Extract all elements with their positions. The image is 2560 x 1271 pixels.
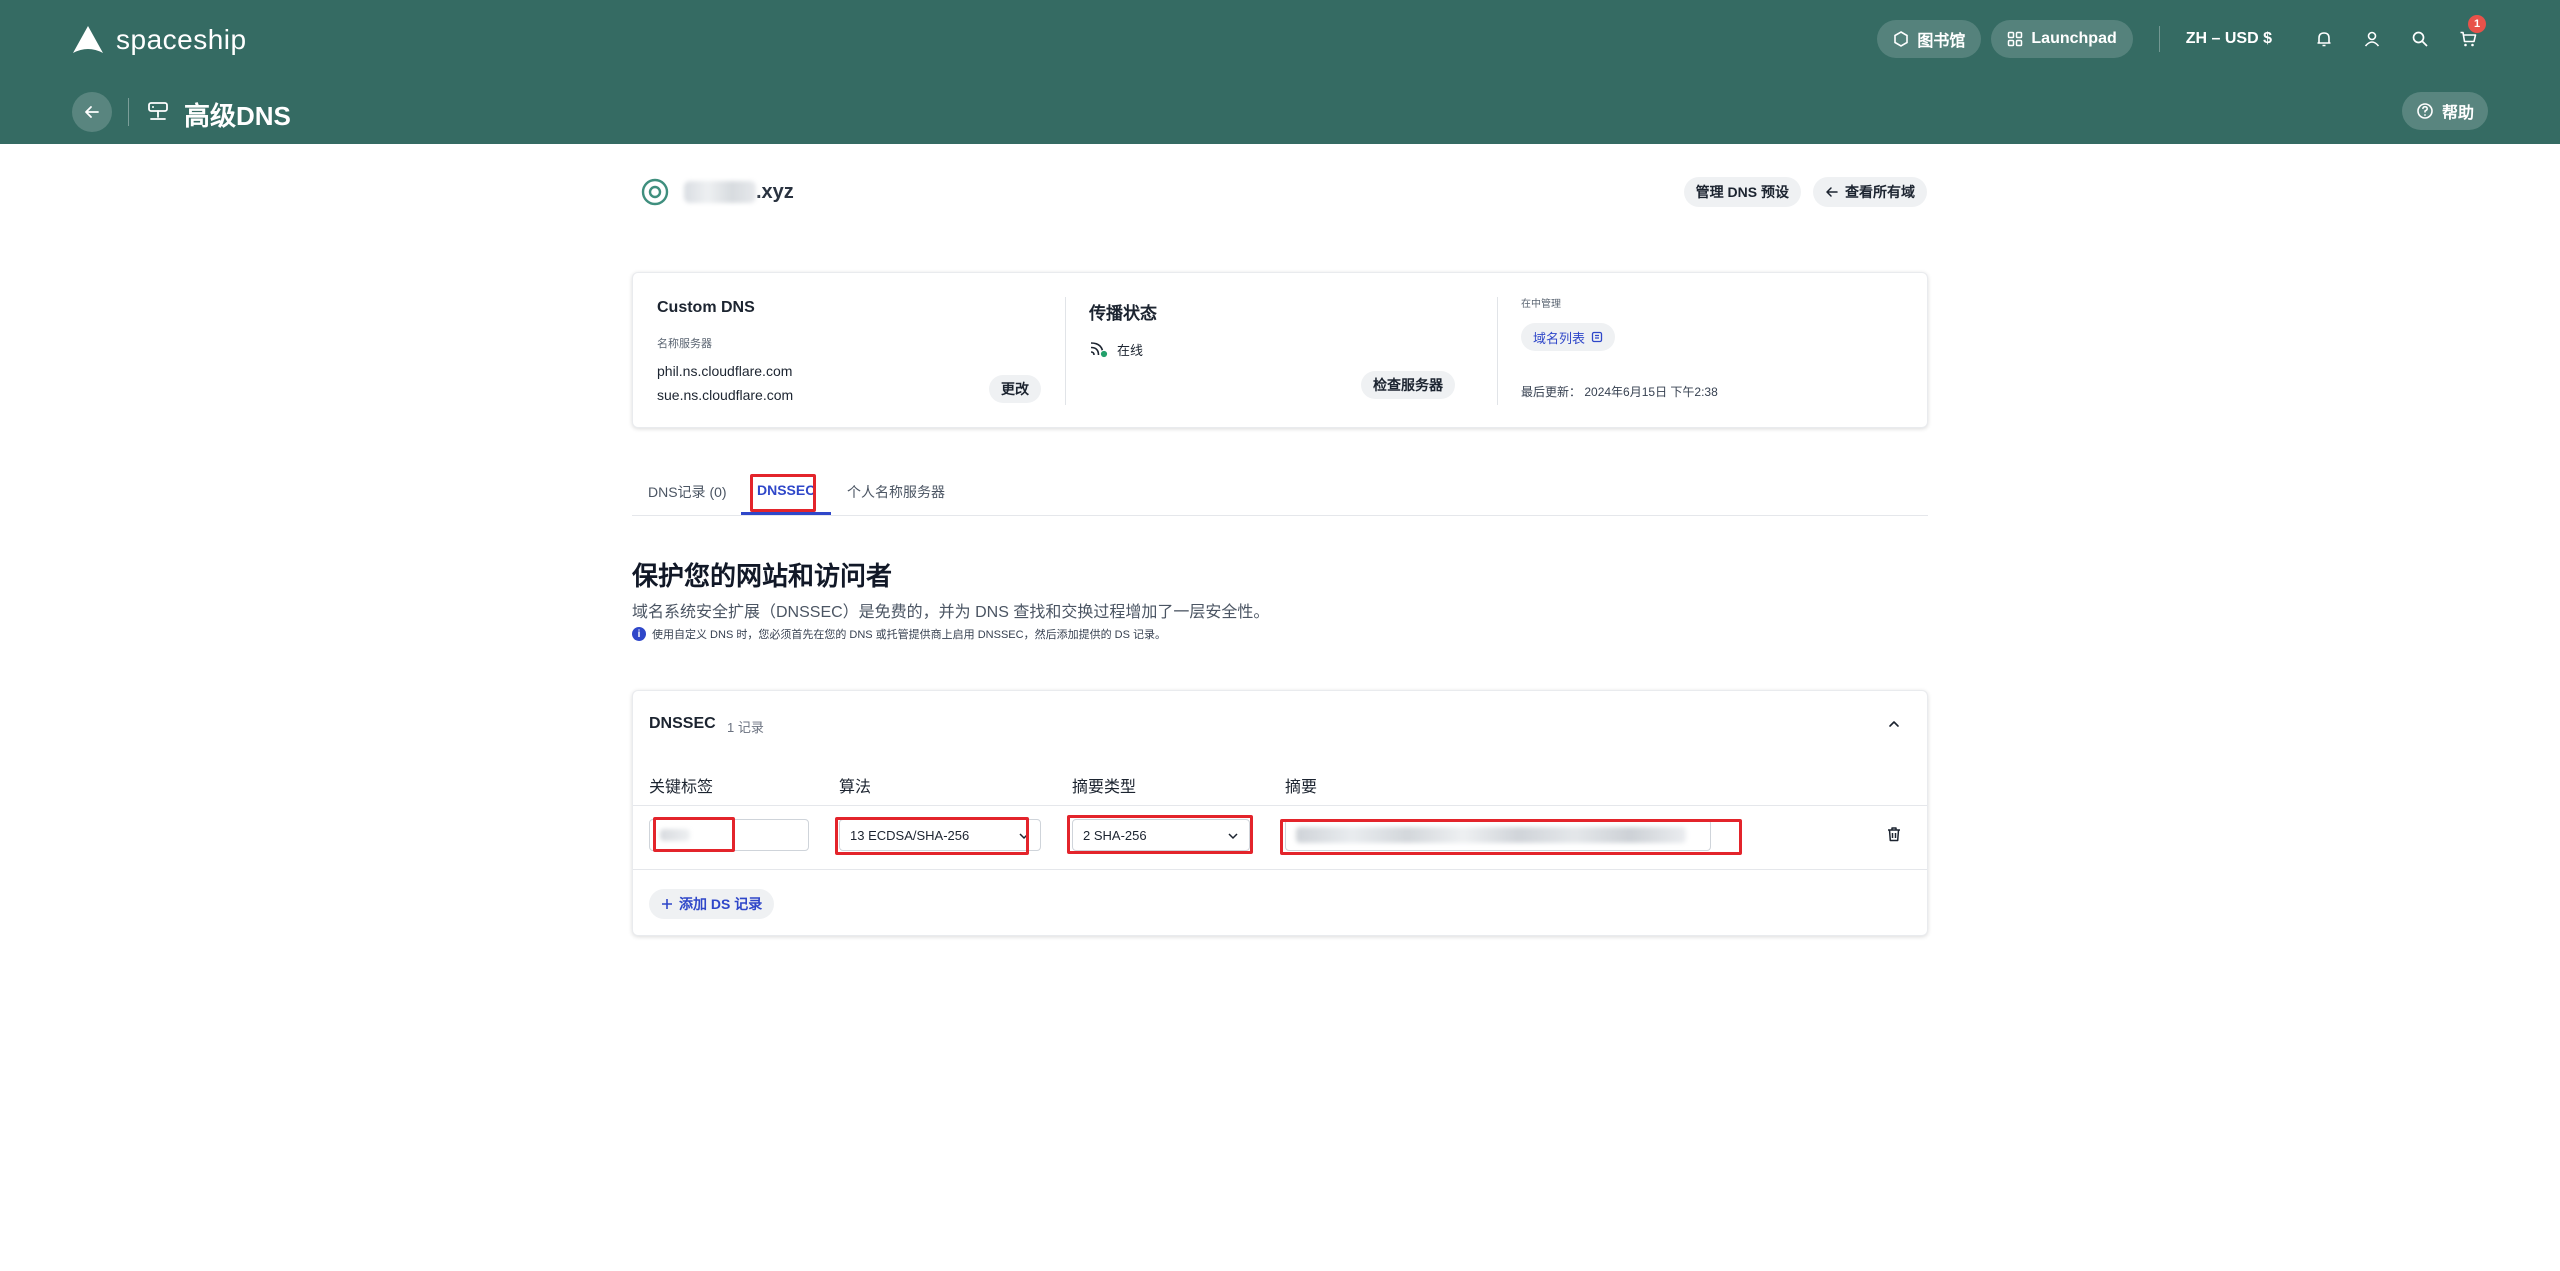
managed-in-column: 在中管理 域名列表 最后更新： 2024年6月15日 下午2:38 xyxy=(1497,273,1929,429)
account-button[interactable] xyxy=(2352,20,2392,58)
dns-server-icon xyxy=(148,102,168,120)
top-header: spaceship 图书馆 Launchpad ZH – USD $ 1 高级D… xyxy=(0,0,2560,144)
row-divider xyxy=(633,869,1927,870)
dns-summary-card: Custom DNS 名称服务器 phil.ns.cloudflare.com … xyxy=(632,272,1928,428)
help-label: 帮助 xyxy=(2441,105,2474,122)
highlight-box-dnssec-tab xyxy=(750,474,816,512)
plus-icon xyxy=(662,899,672,909)
language-currency-selector[interactable]: ZH – USD $ xyxy=(2186,30,2272,48)
dnssec-records-panel: DNSSEC 1 记录 关键标签 算法 摘要类型 摘要 13 ECDSA/SHA… xyxy=(632,690,1928,936)
domain-name: .xyz xyxy=(756,180,794,203)
check-servers-button[interactable]: 检查服务器 xyxy=(1361,371,1455,399)
dns-tabs: DNS记录 (0) DNSSEC 个人名称服务器 xyxy=(632,472,1928,516)
online-status: 在线 xyxy=(1089,339,1143,359)
propagation-column: 传播状态 在线 检查服务器 xyxy=(1065,273,1497,429)
tab-personal-nameservers[interactable]: 个人名称服务器 xyxy=(847,482,945,502)
manage-dns-presets-button[interactable]: 管理 DNS 预设 xyxy=(1683,177,1801,207)
brand-name: spaceship xyxy=(116,24,247,55)
record-count: 1 记录 xyxy=(727,720,764,735)
domain-status-icon xyxy=(641,178,669,206)
dnssec-note-text: 使用自定义 DNS 时，您必须首先在您的 DNS 或托管提供商上启用 DNSSE… xyxy=(652,629,1166,641)
notifications-button[interactable] xyxy=(2304,20,2344,58)
active-tab-indicator xyxy=(741,512,831,515)
domain-name-redacted xyxy=(684,181,756,203)
dnssec-note: i 使用自定义 DNS 时，您必须首先在您的 DNS 或托管提供商上启用 DNS… xyxy=(632,626,1166,642)
spaceship-logo-icon xyxy=(73,26,103,53)
spaceship-logo[interactable]: spaceship xyxy=(72,24,247,56)
dnssec-title: 保护您的网站和访问者 xyxy=(632,561,893,591)
nameserver-2: sue.ns.cloudflare.com xyxy=(657,387,794,403)
top-actions: 图书馆 Launchpad ZH – USD $ 1 xyxy=(1877,15,2488,58)
row-divider xyxy=(633,805,1927,806)
title-divider xyxy=(128,98,129,126)
highlight-box-algorithm xyxy=(835,817,1029,855)
managed-in-label: 在中管理 xyxy=(1521,299,1561,310)
nameserver-1: phil.ns.cloudflare.com xyxy=(657,363,793,379)
domain-actions: 管理 DNS 预设 查看所有域 xyxy=(1683,177,1927,207)
domain-list-button[interactable]: 域名列表 xyxy=(1521,323,1616,351)
custom-dns-title: Custom DNS xyxy=(657,299,755,316)
nameservers-label: 名称服务器 xyxy=(657,338,712,350)
trash-icon[interactable] xyxy=(1885,825,1903,843)
last-updated-label: 最后更新： xyxy=(1521,385,1582,399)
arrow-left-icon xyxy=(1826,187,1838,197)
user-icon xyxy=(2364,31,2380,47)
dnssec-panel-title: DNSSEC xyxy=(649,715,716,732)
view-all-domains-button[interactable]: 查看所有域 xyxy=(1813,177,1927,207)
cart-count-badge: 1 xyxy=(2468,15,2486,33)
page-title: 高级DNS xyxy=(184,101,291,131)
help-button[interactable]: 帮助 xyxy=(2401,92,2488,130)
add-ds-record-label: 添加 DS 记录 xyxy=(679,896,763,912)
view-all-domains-label: 查看所有域 xyxy=(1845,184,1915,200)
header-divider xyxy=(2158,26,2160,52)
chevron-up-icon[interactable] xyxy=(1885,715,1903,733)
list-icon xyxy=(1591,331,1603,343)
grid-icon xyxy=(2008,31,2023,47)
signal-online-icon xyxy=(1090,342,1109,359)
column-algorithm: 算法 xyxy=(839,779,872,796)
online-label: 在线 xyxy=(1117,342,1144,358)
propagation-title: 传播状态 xyxy=(1089,304,1157,323)
cart-button[interactable]: 1 xyxy=(2448,15,2488,58)
highlight-box-digest xyxy=(1280,819,1742,855)
dnssec-description: 域名系统安全扩展（DNSSEC）是免费的，并为 DNS 查找和交换过程增加了一层… xyxy=(632,604,1270,621)
highlight-box-digest-type xyxy=(1067,815,1253,854)
highlight-box-key-tag xyxy=(653,817,735,852)
back-button[interactable] xyxy=(72,92,112,132)
add-ds-record-button[interactable]: 添加 DS 记录 xyxy=(649,889,775,919)
bell-icon xyxy=(2317,32,2331,47)
info-icon: i xyxy=(632,627,646,641)
launchpad-button[interactable]: Launchpad xyxy=(1991,20,2133,58)
column-digest-type: 摘要类型 xyxy=(1072,779,1137,796)
last-updated-value: 2024年6月15日 下午2:38 xyxy=(1584,385,1718,399)
tab-dns-records[interactable]: DNS记录 (0) xyxy=(648,482,727,502)
search-icon xyxy=(2412,31,2428,47)
library-button[interactable]: 图书馆 xyxy=(1877,20,1982,58)
domain-list-label: 域名列表 xyxy=(1533,330,1586,346)
custom-dns-column: Custom DNS 名称服务器 phil.ns.cloudflare.com … xyxy=(633,273,1065,429)
last-updated: 最后更新： 2024年6月15日 下午2:38 xyxy=(1521,383,1718,400)
change-nameservers-button[interactable]: 更改 xyxy=(989,375,1041,403)
hexagon-icon xyxy=(1894,31,1909,47)
arrow-left-icon xyxy=(85,106,99,118)
launchpad-label: Launchpad xyxy=(2031,30,2117,47)
library-label: 图书馆 xyxy=(1917,33,1966,50)
domain-heading: .xyz xyxy=(640,176,794,208)
column-digest: 摘要 xyxy=(1285,779,1318,796)
search-button[interactable] xyxy=(2400,20,2440,58)
column-key-tag: 关键标签 xyxy=(649,779,714,796)
help-icon xyxy=(2417,103,2433,119)
